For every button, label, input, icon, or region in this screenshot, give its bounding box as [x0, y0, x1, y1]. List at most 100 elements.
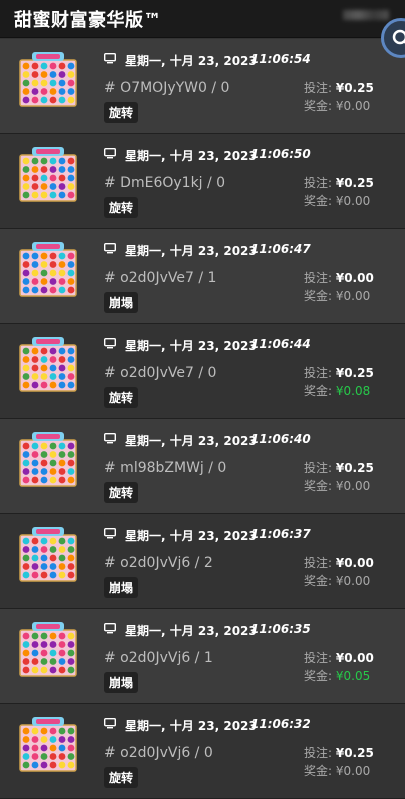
round-id: # O7MOJyYW0 / 0	[104, 80, 229, 96]
candy-symbol	[50, 736, 57, 743]
history-row-3[interactable]: 星期一, 十月 23, 2023 11:06:47 # o2d0JvVe7 / …	[0, 229, 405, 324]
candy-symbol	[68, 477, 75, 484]
row-date: 星期一, 十月 23, 2023	[125, 622, 257, 639]
win-amount: 奖金: ¥0.00	[304, 287, 370, 304]
candy-symbol	[41, 356, 48, 363]
candy-symbol	[68, 88, 75, 95]
candy-symbol	[50, 348, 57, 355]
history-row-8[interactable]: 星期一, 十月 23, 2023 11:06:32 # o2d0JvVj6 / …	[0, 704, 405, 799]
candy-symbol	[32, 183, 39, 190]
candy-symbol	[23, 261, 30, 268]
candy-symbol	[41, 278, 48, 285]
bet-value: ¥0.00	[336, 271, 374, 285]
candy-symbol	[59, 641, 66, 648]
candy-symbol	[68, 287, 75, 294]
candy-symbol	[59, 633, 66, 640]
game-thumbnail-icon	[18, 621, 78, 677]
round-id: # o2d0JvVj6 / 0	[104, 745, 213, 761]
round-id: # o2d0JvVj6 / 2	[104, 555, 213, 571]
candy-symbol	[23, 633, 30, 640]
candy-symbol	[41, 183, 48, 190]
bet-amount: 投注: ¥0.25	[304, 364, 374, 381]
candy-symbol	[50, 382, 57, 389]
candy-symbol	[32, 762, 39, 769]
win-value: ¥0.08	[336, 384, 370, 398]
bet-label: 投注:	[304, 176, 336, 190]
candy-symbol	[68, 80, 75, 87]
round-type-badge: 崩塌	[104, 292, 138, 313]
game-thumbnail-icon	[18, 241, 78, 297]
candy-symbol	[50, 63, 57, 70]
monitor-icon	[104, 53, 116, 64]
candy-symbol	[68, 658, 75, 665]
candy-symbol	[23, 650, 30, 657]
candy-symbol	[68, 650, 75, 657]
history-row-1[interactable]: 星期一, 十月 23, 2023 11:06:54 # O7MOJyYW0 / …	[0, 39, 405, 134]
candy-symbol	[59, 658, 66, 665]
round-type-badge: 旋转	[104, 387, 138, 408]
win-amount: 奖金: ¥0.00	[304, 477, 370, 494]
win-label: 奖金:	[304, 384, 336, 398]
win-amount: 奖金: ¥0.00	[304, 572, 370, 589]
candy-symbol	[41, 728, 48, 735]
candy-symbol	[41, 658, 48, 665]
candy-symbol	[50, 71, 57, 78]
candy-symbol	[59, 477, 66, 484]
candy-symbol	[41, 762, 48, 769]
candy-symbol	[50, 460, 57, 467]
candy-symbol	[41, 253, 48, 260]
win-label: 奖金:	[304, 479, 336, 493]
candy-symbol	[32, 728, 39, 735]
history-row-6[interactable]: 星期一, 十月 23, 2023 11:06:37 # o2d0JvVj6 / …	[0, 514, 405, 609]
candy-symbol	[32, 365, 39, 372]
candy-symbol	[68, 555, 75, 562]
history-row-7[interactable]: 星期一, 十月 23, 2023 11:06:35 # o2d0JvVj6 / …	[0, 609, 405, 704]
row-time: 11:06:47	[251, 242, 311, 256]
candy-symbol	[59, 460, 66, 467]
history-row-2[interactable]: 星期一, 十月 23, 2023 11:06:50 # DmE6Oy1kj / …	[0, 134, 405, 229]
candy-symbol	[50, 667, 57, 674]
page-title: 甜蜜财富豪华版™	[14, 6, 162, 32]
candy-symbol	[59, 555, 66, 562]
history-row-5[interactable]: 星期一, 十月 23, 2023 11:06:40 # ml98bZMWj / …	[0, 419, 405, 514]
candy-symbol	[41, 650, 48, 657]
win-label: 奖金:	[304, 99, 336, 113]
candy-symbol	[59, 572, 66, 579]
bet-amount: 投注: ¥0.00	[304, 269, 374, 286]
round-id: # o2d0JvVe7 / 0	[104, 365, 216, 381]
candy-symbol	[59, 538, 66, 545]
candy-symbol	[50, 166, 57, 173]
candy-symbol	[59, 468, 66, 475]
bet-value: ¥0.00	[336, 651, 374, 665]
candy-symbol	[23, 183, 30, 190]
win-label: 奖金:	[304, 194, 336, 208]
row-time: 11:06:40	[251, 432, 311, 446]
candy-symbol	[59, 736, 66, 743]
candy-symbol	[59, 753, 66, 760]
win-amount: 奖金: ¥0.00	[304, 762, 370, 779]
candy-symbol	[23, 382, 30, 389]
history-row-4[interactable]: 星期一, 十月 23, 2023 11:06:44 # o2d0JvVe7 / …	[0, 324, 405, 419]
candy-symbol	[32, 63, 39, 70]
round-type-badge: 旋转	[104, 767, 138, 788]
candy-symbol	[32, 667, 39, 674]
bet-amount: 投注: ¥0.25	[304, 174, 374, 191]
candy-symbol	[50, 80, 57, 87]
candy-symbol	[59, 270, 66, 277]
row-time: 11:06:54	[251, 52, 311, 66]
candy-symbol	[50, 572, 57, 579]
win-value: ¥0.00	[336, 99, 370, 113]
candy-symbol	[59, 192, 66, 199]
candy-symbol	[68, 736, 75, 743]
candy-symbol	[59, 88, 66, 95]
candy-symbol	[59, 166, 66, 173]
blurred-header-info	[343, 10, 389, 20]
candy-symbol	[59, 451, 66, 458]
candy-symbol	[32, 460, 39, 467]
win-amount: 奖金: ¥0.08	[304, 382, 370, 399]
bet-amount: 投注: ¥0.00	[304, 554, 374, 571]
candy-symbol	[59, 650, 66, 657]
candy-symbol	[50, 658, 57, 665]
win-label: 奖金:	[304, 669, 336, 683]
candy-symbol	[32, 641, 39, 648]
